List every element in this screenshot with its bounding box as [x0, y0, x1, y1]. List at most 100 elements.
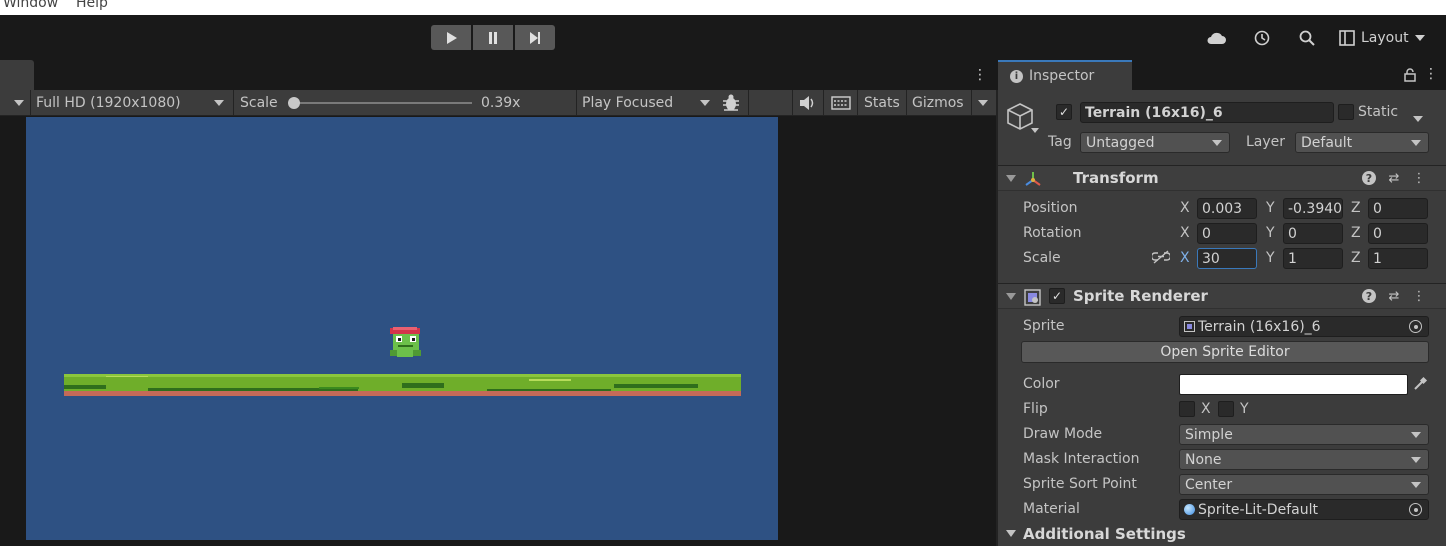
menu-help[interactable]: Help — [76, 0, 108, 11]
layout-dropdown[interactable]: Layout — [1339, 27, 1425, 49]
sprite-sort-point-dropdown[interactable]: Center — [1179, 474, 1429, 495]
open-sprite-editor-button[interactable]: Open Sprite Editor — [1021, 341, 1429, 363]
kebab-menu-icon[interactable]: ⋮ — [1412, 289, 1426, 304]
transform-header[interactable]: Transform ? ⇄ ⋮ — [998, 165, 1446, 191]
position-z-field[interactable]: 0 — [1368, 198, 1428, 219]
sprite-renderer-header[interactable]: ✓ Sprite Renderer ? ⇄ ⋮ — [998, 283, 1446, 309]
draw-mode-dropdown[interactable]: Simple — [1179, 424, 1429, 445]
history-button[interactable] — [1251, 27, 1273, 49]
help-icon[interactable]: ? — [1362, 171, 1376, 185]
cloud-button[interactable] — [1205, 27, 1227, 49]
keyboard-button[interactable] — [831, 90, 851, 116]
color-label: Color — [1023, 376, 1060, 392]
play-mode-dropdown[interactable]: Play Focused — [582, 90, 712, 116]
pause-button[interactable] — [473, 25, 513, 50]
gizmos-dropdown[interactable] — [978, 90, 988, 116]
chevron-down-icon — [1411, 432, 1421, 438]
rotation-x-field[interactable]: 0 — [1197, 223, 1257, 244]
scale-x-axis[interactable]: X — [1180, 250, 1190, 266]
tag-dropdown[interactable]: Untagged — [1080, 132, 1230, 153]
kebab-menu-icon[interactable]: ⋮ — [973, 66, 987, 84]
position-y-axis[interactable]: Y — [1266, 200, 1275, 216]
scale-y-field[interactable]: 1 — [1283, 248, 1343, 269]
object-picker-icon[interactable] — [1409, 503, 1422, 516]
position-z-axis[interactable]: Z — [1351, 200, 1361, 216]
resolution-dropdown[interactable]: Full HD (1920x1080) — [36, 90, 228, 116]
play-mode-label: Play Focused — [582, 95, 674, 111]
constrain-proportions-icon[interactable] — [1150, 250, 1172, 268]
preset-icon[interactable]: ⇄ — [1387, 289, 1401, 304]
tab-game[interactable] — [0, 60, 34, 90]
scale-x-field[interactable]: 30 — [1197, 248, 1257, 269]
display-dropdown[interactable] — [14, 90, 24, 116]
inspector-panel: ✓ Terrain (16x16)_6 Static Tag Untagged … — [996, 90, 1446, 546]
object-name-field[interactable]: Terrain (16x16)_6 — [1080, 102, 1334, 123]
active-checkbox[interactable]: ✓ — [1056, 104, 1072, 120]
scale-z-field[interactable]: 1 — [1368, 248, 1428, 269]
flip-x-checkbox[interactable] — [1179, 401, 1195, 417]
preset-icon[interactable]: ⇄ — [1387, 171, 1401, 186]
color-swatch[interactable] — [1179, 374, 1408, 395]
kebab-menu-icon[interactable]: ⋮ — [1412, 171, 1426, 186]
layout-label: Layout — [1361, 30, 1409, 46]
sprite-label: Sprite — [1023, 318, 1065, 334]
rotation-y-field[interactable]: 0 — [1283, 223, 1343, 244]
chevron-down-icon — [978, 100, 988, 106]
chevron-down-icon — [1414, 35, 1425, 41]
static-dropdown[interactable] — [1413, 110, 1423, 126]
chevron-down-icon — [214, 100, 224, 106]
kebab-menu-icon[interactable]: ⋮ — [1424, 66, 1438, 82]
step-button[interactable] — [515, 25, 555, 50]
additional-settings-foldout[interactable]: Additional Settings — [1023, 525, 1186, 543]
position-y-field[interactable]: -0.3940 — [1283, 198, 1343, 219]
terrain-platform — [64, 374, 741, 396]
position-x-field[interactable]: 0.003 — [1197, 198, 1257, 219]
menu-window[interactable]: Window — [3, 0, 58, 11]
sprite-field[interactable]: Terrain (16x16)_6 — [1179, 316, 1429, 337]
fold-arrow-icon[interactable] — [1006, 293, 1016, 300]
search-button[interactable] — [1296, 27, 1318, 49]
audio-button[interactable] — [799, 90, 817, 116]
scale-y-axis[interactable]: Y — [1266, 250, 1275, 266]
tab-inspector[interactable]: i Inspector — [998, 60, 1132, 90]
game-viewport[interactable] — [26, 117, 778, 540]
fold-arrow-icon[interactable] — [1006, 530, 1016, 537]
material-field[interactable]: Sprite-Lit-Default — [1179, 499, 1429, 520]
static-label: Static — [1358, 104, 1399, 120]
draw-mode-value: Simple — [1185, 426, 1233, 443]
scale-slider-track[interactable] — [290, 102, 472, 104]
play-button[interactable] — [431, 25, 471, 50]
lock-icon[interactable] — [1404, 68, 1416, 86]
material-sphere-icon — [1184, 504, 1195, 515]
sprite-renderer-enabled-checkbox[interactable]: ✓ — [1049, 288, 1065, 304]
layer-dropdown[interactable]: Default — [1295, 132, 1429, 153]
scale-z-axis[interactable]: Z — [1351, 250, 1361, 266]
mask-interaction-dropdown[interactable]: None — [1179, 449, 1429, 470]
flip-x-label: X — [1201, 401, 1211, 417]
scale-slider-thumb[interactable] — [287, 97, 300, 109]
rotation-z-axis[interactable]: Z — [1351, 225, 1361, 241]
scale-value: 0.39x — [481, 95, 521, 111]
bug-button[interactable] — [721, 90, 741, 116]
rotation-z-field[interactable]: 0 — [1368, 223, 1428, 244]
chevron-down-icon — [1411, 140, 1421, 146]
chevron-down-icon[interactable] — [1031, 128, 1039, 133]
eyedropper-icon[interactable] — [1412, 376, 1428, 396]
game-tab-bar: ⋮ — [0, 60, 996, 90]
rotation-label: Rotation — [1023, 225, 1082, 241]
help-icon[interactable]: ? — [1362, 289, 1376, 303]
stats-button[interactable]: Stats — [864, 90, 900, 116]
scale-label: Scale — [1023, 250, 1061, 266]
gizmos-button[interactable]: Gizmos — [912, 90, 964, 116]
flip-y-checkbox[interactable] — [1218, 401, 1234, 417]
tag-label: Tag — [1048, 134, 1072, 150]
object-picker-icon[interactable] — [1409, 320, 1422, 333]
material-value: Sprite-Lit-Default — [1198, 501, 1318, 518]
position-x-axis[interactable]: X — [1180, 200, 1190, 216]
rotation-x-axis[interactable]: X — [1180, 225, 1190, 241]
fold-arrow-icon[interactable] — [1006, 175, 1016, 182]
layer-label: Layer — [1246, 134, 1286, 150]
rotation-y-axis[interactable]: Y — [1266, 225, 1275, 241]
static-checkbox[interactable] — [1338, 104, 1354, 120]
chevron-down-icon — [700, 100, 710, 106]
